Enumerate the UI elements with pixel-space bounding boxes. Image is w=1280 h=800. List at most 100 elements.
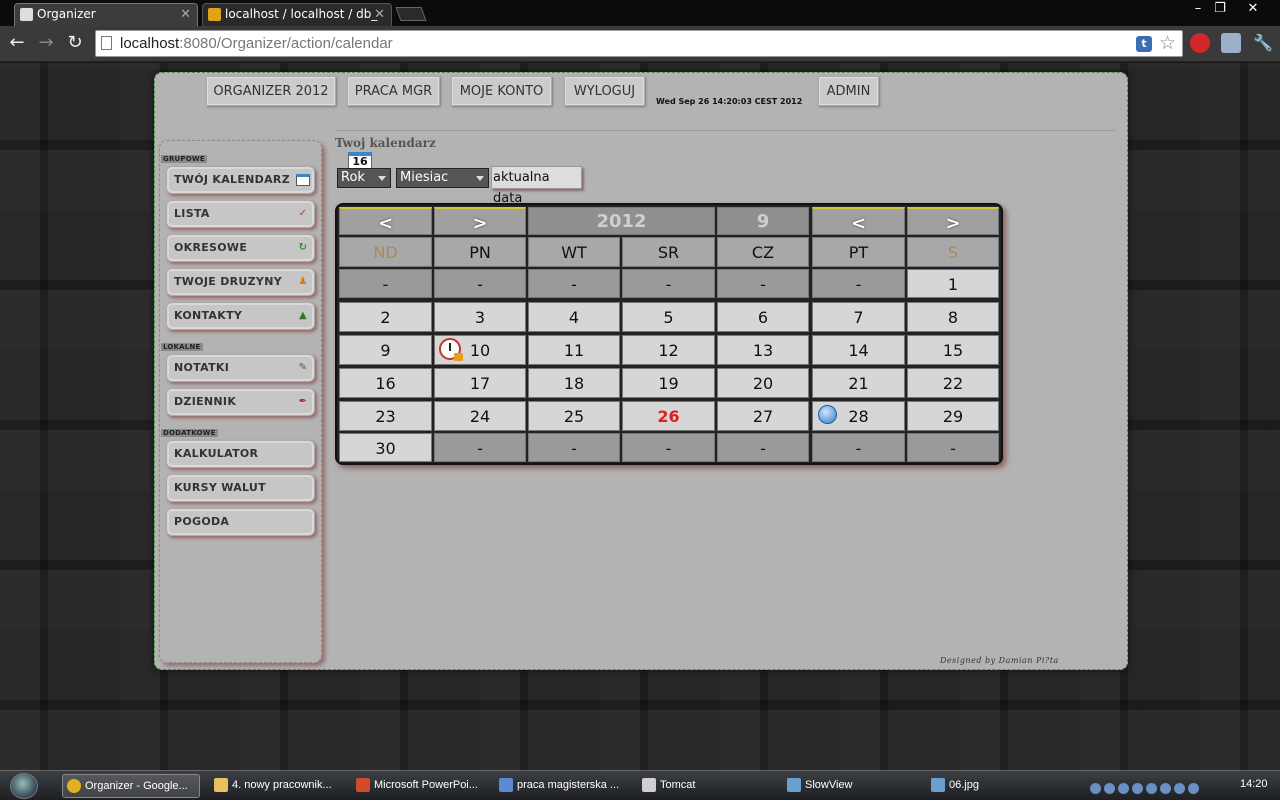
- next-year-button[interactable]: >: [434, 207, 526, 235]
- address-bar[interactable]: localhost:8080/Organizer/action/calendar…: [95, 30, 1183, 57]
- calendar-day-5[interactable]: 5: [622, 302, 715, 332]
- calendar-day-15[interactable]: 15: [907, 335, 999, 365]
- extension-icon[interactable]: t: [1136, 36, 1152, 52]
- tray-icon[interactable]: [1118, 783, 1129, 794]
- wrench-menu-icon[interactable]: 🔧: [1253, 33, 1273, 53]
- chevron-down-icon: [476, 176, 484, 181]
- info-icon[interactable]: [818, 405, 837, 424]
- browser-tab-phpmyadmin[interactable]: localhost / localhost / db_ ✕: [202, 3, 392, 26]
- calendar-day-3[interactable]: 3: [434, 302, 526, 332]
- calendar-day-number: -: [477, 439, 483, 458]
- current-date-button[interactable]: aktualna data: [491, 166, 582, 206]
- calendar-day-22[interactable]: 22: [907, 368, 999, 398]
- close-window-button[interactable]: ✕: [1238, 0, 1268, 18]
- tray-icon[interactable]: [1160, 783, 1171, 794]
- sidebar-item-lista[interactable]: LISTA ✓: [166, 200, 315, 228]
- calendar-day-16[interactable]: 16: [339, 368, 432, 398]
- extension-cloud-icon[interactable]: [1221, 33, 1241, 53]
- taskbar-item-organizer[interactable]: Organizer - Google...: [62, 774, 200, 798]
- calendar-day-25[interactable]: 25: [528, 401, 620, 431]
- sidebar-item-kursy-walut[interactable]: KURSY WALUT: [166, 474, 315, 502]
- calendar-empty-cell: -: [434, 269, 526, 298]
- calendar-day-8[interactable]: 8: [907, 302, 999, 332]
- calendar-day-24[interactable]: 24: [434, 401, 526, 431]
- next-month-button[interactable]: >: [907, 207, 999, 235]
- back-arrow-icon[interactable]: ←: [6, 32, 28, 54]
- calendar-day-number: -: [382, 275, 389, 294]
- calendar-day-14[interactable]: 14: [812, 335, 905, 365]
- sidebar-item-label: TWÓJ KALENDARZ: [174, 173, 290, 186]
- sidebar-item-label: KALKULATOR: [174, 447, 259, 460]
- browser-tab-organizer[interactable]: Organizer ✕: [14, 3, 198, 26]
- calendar-day-17[interactable]: 17: [434, 368, 526, 398]
- sidebar-item-dziennik[interactable]: DZIENNIK ✒: [166, 388, 315, 416]
- tab-title: Organizer: [37, 7, 96, 21]
- calendar-day-4[interactable]: 4: [528, 302, 620, 332]
- adblock-icon[interactable]: [1190, 33, 1210, 53]
- calendar-day-23[interactable]: 23: [339, 401, 432, 431]
- calendar-day-13[interactable]: 13: [717, 335, 809, 365]
- calendar-day-21[interactable]: 21: [812, 368, 905, 398]
- sidebar-item-pogoda[interactable]: POGODA: [166, 508, 315, 536]
- calendar-day-27[interactable]: 27: [717, 401, 809, 431]
- prev-month-button[interactable]: <: [812, 207, 905, 235]
- nav-organizer-2012-button[interactable]: ORGANIZER 2012: [206, 76, 336, 106]
- calendar-day-10[interactable]: 10: [434, 335, 526, 365]
- new-tab-button[interactable]: [395, 7, 427, 21]
- sidebar-item-notatki[interactable]: NOTATKI ✎: [166, 354, 315, 382]
- forward-arrow-icon[interactable]: →: [35, 32, 57, 54]
- sidebar-item-twoje-druzyny[interactable]: TWOJE DRUZYNY ♟: [166, 268, 315, 296]
- month-select[interactable]: Miesiac: [396, 168, 489, 188]
- sidebar-item-kalkulator[interactable]: KALKULATOR: [166, 440, 315, 468]
- calendar-day-6[interactable]: 6: [717, 302, 809, 332]
- nav-wyloguj-button[interactable]: WYLOGUJ: [564, 76, 645, 106]
- tray-icon[interactable]: [1174, 783, 1185, 794]
- url-text[interactable]: localhost:8080/Organizer/action/calendar: [120, 35, 393, 52]
- lock-icon: [454, 353, 463, 361]
- calendar-day-1[interactable]: 1: [907, 269, 999, 298]
- year-select[interactable]: Rok: [337, 168, 391, 188]
- taskbar-item-slowview[interactable]: SlowView: [783, 774, 918, 798]
- calendar-day-28[interactable]: 28: [812, 401, 905, 431]
- calendar-icon: [296, 174, 310, 186]
- taskbar-item-nowy-pracownik[interactable]: 4. nowy pracownik...: [210, 774, 345, 798]
- system-clock[interactable]: 14:20: [1240, 778, 1268, 790]
- calendar-day-30[interactable]: 30: [339, 433, 432, 462]
- taskbar-item-powerpoint[interactable]: Microsoft PowerPoi...: [352, 774, 487, 798]
- calendar-day-2[interactable]: 2: [339, 302, 432, 332]
- calendar-day-19[interactable]: 19: [622, 368, 715, 398]
- maximize-window-button[interactable]: ❐: [1205, 0, 1235, 18]
- close-tab-icon[interactable]: ✕: [180, 4, 191, 25]
- tray-icon[interactable]: [1090, 783, 1101, 794]
- close-tab-icon[interactable]: ✕: [374, 4, 385, 25]
- system-tray[interactable]: [1090, 779, 1230, 794]
- calendar-year: 2012: [528, 207, 715, 235]
- nav-moje-konto-button[interactable]: MOJE KONTO: [451, 76, 552, 106]
- calendar-day-9[interactable]: 9: [339, 335, 432, 365]
- calendar-empty-cell: -: [528, 433, 620, 462]
- calendar-day-20[interactable]: 20: [717, 368, 809, 398]
- alarm-clock-icon[interactable]: [439, 338, 463, 361]
- sidebar-item-okresowe[interactable]: OKRESOWE ↻: [166, 234, 315, 262]
- start-button[interactable]: [10, 773, 38, 799]
- tray-icon[interactable]: [1104, 783, 1115, 794]
- taskbar-item-06-jpg[interactable]: 06.jpg: [927, 774, 1062, 798]
- tray-icon[interactable]: [1132, 783, 1143, 794]
- taskbar-item-praca-magisterska[interactable]: praca magisterska ...: [495, 774, 630, 798]
- tray-icon[interactable]: [1188, 783, 1199, 794]
- nav-praca-mgr-button[interactable]: PRACA MGR: [347, 76, 440, 106]
- nav-admin-button[interactable]: ADMIN: [818, 76, 879, 106]
- bookmark-star-icon[interactable]: ☆: [1159, 32, 1176, 54]
- calendar-day-18[interactable]: 18: [528, 368, 620, 398]
- calendar-day-29[interactable]: 29: [907, 401, 999, 431]
- taskbar-item-tomcat[interactable]: Tomcat: [638, 774, 773, 798]
- tray-icon[interactable]: [1146, 783, 1157, 794]
- calendar-day-7[interactable]: 7: [812, 302, 905, 332]
- reload-icon[interactable]: ↻: [64, 32, 86, 54]
- sidebar-item-twoj-kalendarz[interactable]: TWÓJ KALENDARZ: [166, 166, 315, 194]
- calendar-day-11[interactable]: 11: [528, 335, 620, 365]
- calendar-day-26[interactable]: 26: [622, 401, 715, 431]
- prev-year-button[interactable]: <: [339, 207, 432, 235]
- sidebar-item-kontakty[interactable]: KONTAKTY ▲: [166, 302, 315, 330]
- calendar-day-12[interactable]: 12: [622, 335, 715, 365]
